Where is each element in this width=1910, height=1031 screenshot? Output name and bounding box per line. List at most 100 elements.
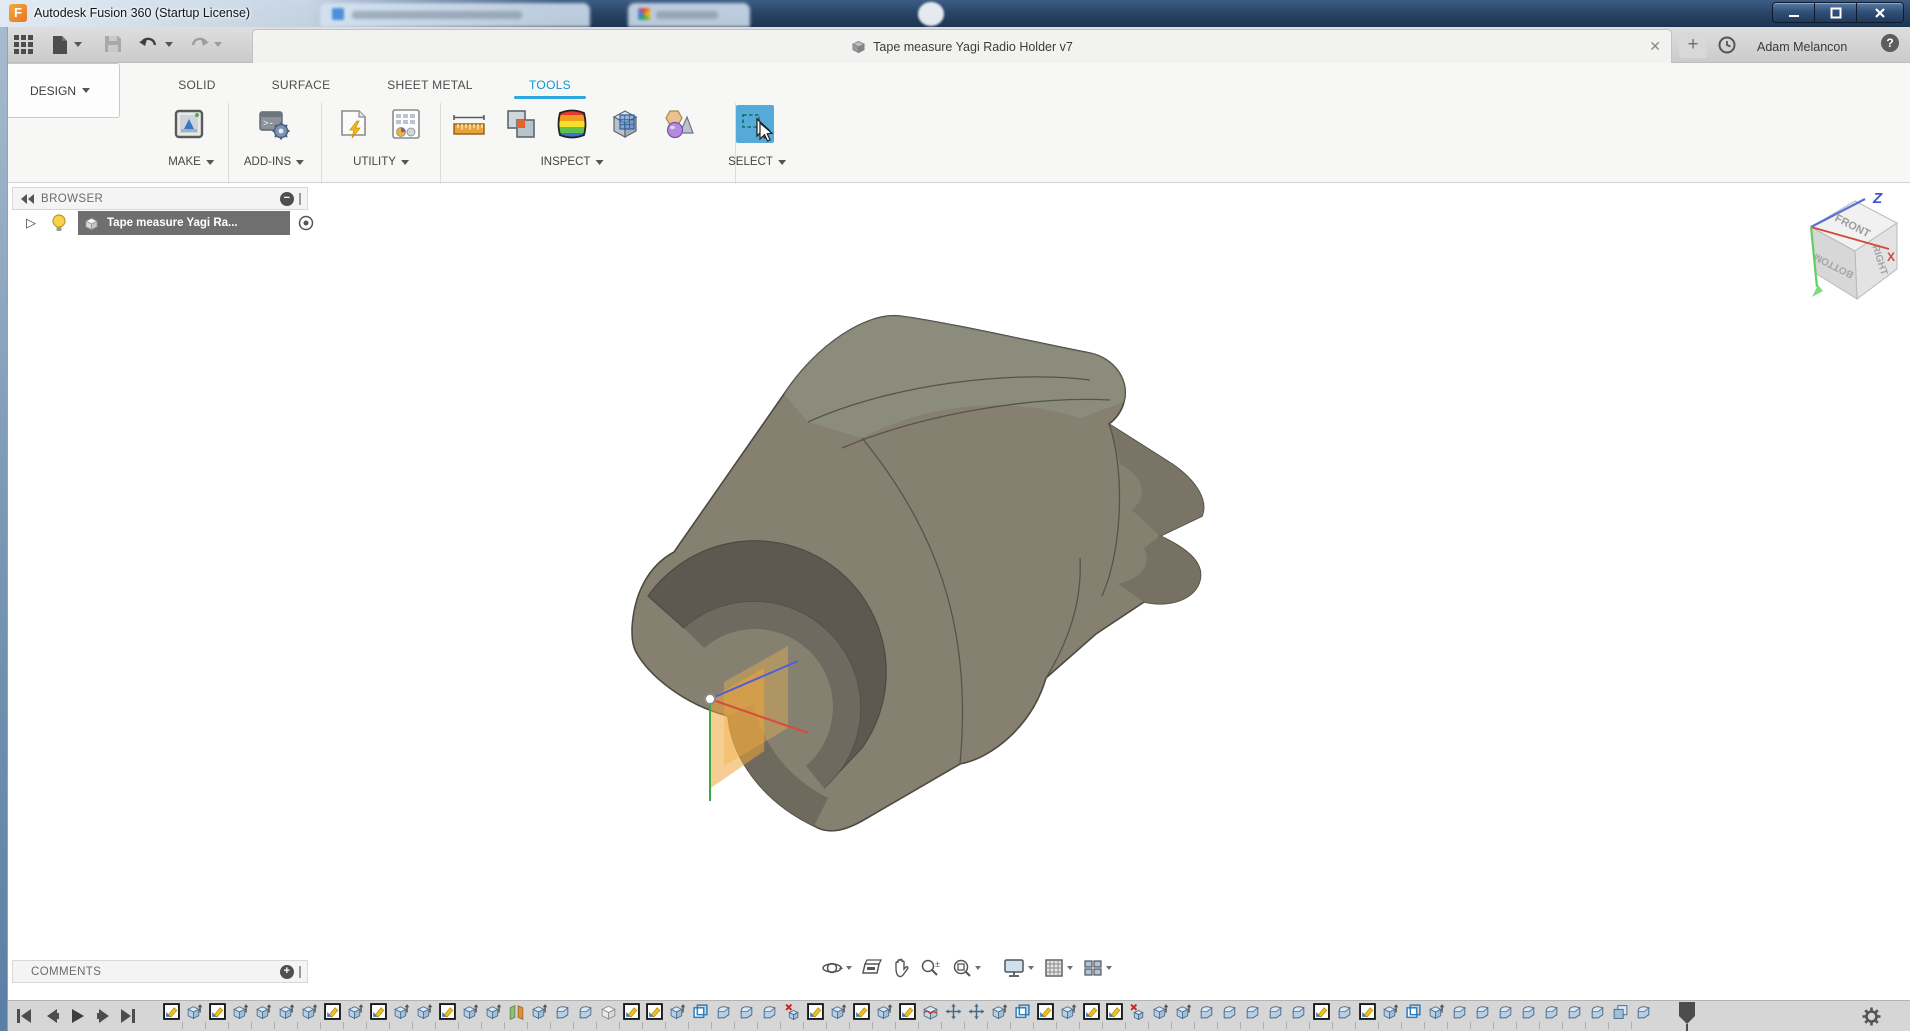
sketch-feature[interactable]	[321, 1003, 344, 1021]
undo-history-caret-icon[interactable]	[165, 42, 173, 47]
extrude-feature[interactable]	[528, 1003, 551, 1021]
tab-solid[interactable]: SOLID	[178, 78, 216, 92]
sketch-feature[interactable]	[804, 1003, 827, 1021]
pan-button[interactable]	[889, 956, 913, 980]
document-tab[interactable]: Tape measure Yagi Radio Holder v7 ✕	[252, 29, 1672, 63]
comments-panel-header[interactable]: COMMENTS +	[12, 960, 308, 983]
sketch-feature[interactable]	[1310, 1003, 1333, 1021]
fillet-feature[interactable]	[1241, 1003, 1264, 1021]
extrude-feature[interactable]	[988, 1003, 1011, 1021]
extrude-feature[interactable]	[275, 1003, 298, 1021]
expand-node-icon[interactable]: ▷	[26, 215, 36, 231]
document-tab-close-icon[interactable]: ✕	[1649, 38, 1661, 55]
tab-tools[interactable]: TOOLS	[529, 78, 571, 92]
delete-feature[interactable]	[1126, 1003, 1149, 1021]
workspace-selector[interactable]: DESIGN	[0, 63, 120, 118]
extrude-feature[interactable]	[344, 1003, 367, 1021]
fillet-feature[interactable]	[574, 1003, 597, 1021]
plane-feature[interactable]	[1402, 1003, 1425, 1021]
fillet-feature[interactable]	[1333, 1003, 1356, 1021]
extrude-feature[interactable]	[873, 1003, 896, 1021]
sketch-feature[interactable]	[1356, 1003, 1379, 1021]
model-viewport[interactable]: BROWSER − ▷ Tape measure Yagi Ra... FRON…	[0, 122, 1910, 1000]
move-feature[interactable]	[942, 1003, 965, 1021]
job-status-button[interactable]	[1718, 36, 1736, 59]
addins-group-label[interactable]: ADD-INS	[244, 156, 305, 168]
zoom-button[interactable]: ±	[917, 956, 945, 980]
orbit-button[interactable]	[818, 956, 855, 980]
timeline-go-to-start-button[interactable]	[16, 1008, 32, 1024]
extrude-feature[interactable]	[390, 1003, 413, 1021]
sketch-feature[interactable]	[367, 1003, 390, 1021]
redo-history-caret-icon[interactable]	[214, 42, 222, 47]
new-document-tab-button[interactable]: +	[1679, 32, 1707, 58]
extrude-feature[interactable]	[252, 1003, 275, 1021]
inspect-interference-button[interactable]	[504, 107, 538, 146]
undo-button[interactable]	[138, 35, 158, 57]
fillet-feature[interactable]	[551, 1003, 574, 1021]
user-account-button[interactable]: Adam Melancon	[1757, 40, 1847, 54]
sketch-feature[interactable]	[206, 1003, 229, 1021]
sketch-feature[interactable]	[896, 1003, 919, 1021]
utility-parameters-button[interactable]	[390, 107, 422, 146]
tab-surface[interactable]: SURFACE	[272, 78, 331, 92]
delete-feature[interactable]	[781, 1003, 804, 1021]
data-panel-toggle-button[interactable]	[14, 35, 33, 59]
fillet-feature[interactable]	[1287, 1003, 1310, 1021]
browser-root-component[interactable]: Tape measure Yagi Ra...	[78, 211, 290, 235]
timeline-go-to-end-button[interactable]	[120, 1008, 136, 1024]
sketch-feature[interactable]	[850, 1003, 873, 1021]
utility-group-label[interactable]: UTILITY	[353, 156, 409, 168]
mirror-feature[interactable]	[505, 1003, 528, 1021]
fillet-feature[interactable]	[1471, 1003, 1494, 1021]
inspect-measure-button[interactable]	[451, 107, 487, 146]
inspect-section-button[interactable]	[608, 107, 642, 146]
inspect-curvature-button[interactable]	[555, 107, 589, 146]
display-settings-caret-icon[interactable]	[1028, 966, 1034, 970]
display-settings-button[interactable]	[1000, 956, 1037, 980]
sketch-feature[interactable]	[1080, 1003, 1103, 1021]
select-group-label[interactable]: SELECT	[728, 156, 786, 168]
comments-panel-plus-icon[interactable]: +	[280, 964, 294, 979]
fillet-feature[interactable]	[1264, 1003, 1287, 1021]
sketch-feature[interactable]	[160, 1003, 183, 1021]
fillet-feature[interactable]	[1632, 1003, 1655, 1021]
plane-feature[interactable]	[1011, 1003, 1034, 1021]
fillet-feature[interactable]	[758, 1003, 781, 1021]
close-button[interactable]	[1856, 2, 1904, 23]
extrude-feature[interactable]	[1057, 1003, 1080, 1021]
inspect-group-label[interactable]: INSPECT	[541, 156, 604, 168]
extrude-feature[interactable]	[459, 1003, 482, 1021]
viewports-caret-icon[interactable]	[1106, 966, 1112, 970]
fit-button[interactable]	[949, 956, 984, 980]
fillet-feature[interactable]	[1195, 1003, 1218, 1021]
body-feature[interactable]	[597, 1003, 620, 1021]
fillet-feature[interactable]	[1494, 1003, 1517, 1021]
fillet-feature[interactable]	[1517, 1003, 1540, 1021]
redo-button[interactable]	[190, 35, 210, 57]
visibility-lightbulb-icon[interactable]	[52, 214, 66, 233]
timeline-position-marker[interactable]	[1678, 1001, 1696, 1031]
extrude-feature[interactable]	[298, 1003, 321, 1021]
grid-snap-button[interactable]	[1041, 956, 1076, 980]
view-cube[interactable]: FRONT RIGHT BOTTOM Z X	[1793, 187, 1905, 309]
sketch-feature[interactable]	[1103, 1003, 1126, 1021]
fit-caret-icon[interactable]	[975, 966, 981, 970]
extrude-feature[interactable]	[1379, 1003, 1402, 1021]
inspect-validate-button[interactable]	[660, 107, 694, 146]
window-titlebar[interactable]: F Autodesk Fusion 360 (Startup License)	[0, 0, 1910, 27]
extrude-feature[interactable]	[1172, 1003, 1195, 1021]
grid-caret-icon[interactable]	[1067, 966, 1073, 970]
save-button[interactable]	[104, 35, 122, 58]
fillet-feature[interactable]	[1218, 1003, 1241, 1021]
sketch-feature[interactable]	[436, 1003, 459, 1021]
utility-diagnostics-button[interactable]	[337, 107, 371, 146]
browser-panel-header[interactable]: BROWSER −	[12, 187, 308, 210]
maximize-button[interactable]	[1814, 2, 1856, 23]
sketch-feature[interactable]	[1034, 1003, 1057, 1021]
model-yagi-radio-holder[interactable]	[612, 296, 1232, 841]
extrude-feature[interactable]	[827, 1003, 850, 1021]
fillet-feature[interactable]	[1563, 1003, 1586, 1021]
combine-feature[interactable]	[1609, 1003, 1632, 1021]
extrude-feature[interactable]	[482, 1003, 505, 1021]
